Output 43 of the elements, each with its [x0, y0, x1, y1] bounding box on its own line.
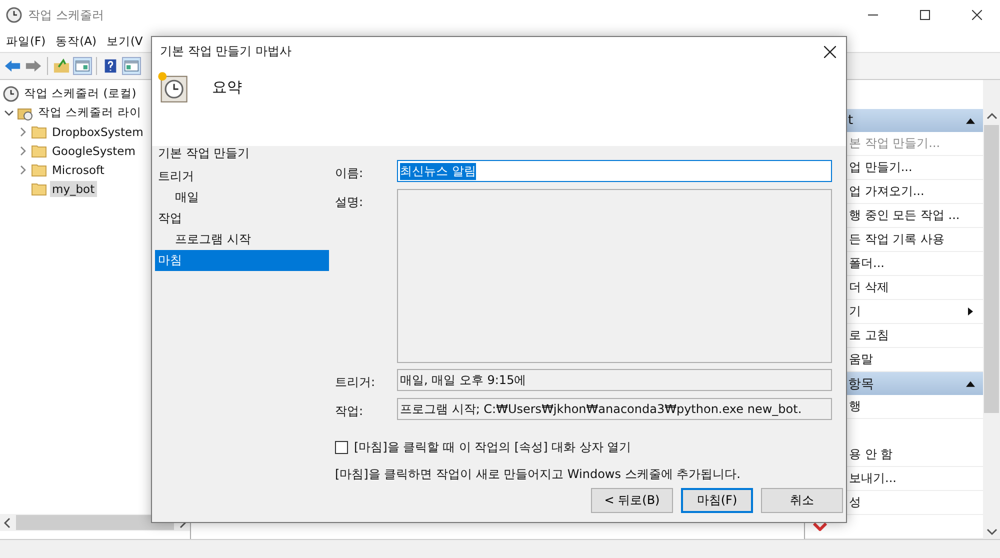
window-title: 작업 스케줄러: [28, 6, 104, 24]
tree-item[interactable]: 작업 스케줄러 (로컬): [22, 85, 138, 102]
name-field[interactable]: 최신뉴스 알림: [397, 160, 832, 182]
action-item[interactable]: 업 가져오기...: [849, 183, 924, 200]
action-item[interactable]: 업 만들기...: [849, 159, 912, 176]
menu-item[interactable]: 동작(A): [56, 34, 96, 48]
cancel-button[interactable]: 취소: [761, 488, 843, 512]
field-label: 이름:: [335, 165, 364, 182]
action-item[interactable]: 행: [849, 398, 861, 415]
action-item[interactable]: 용 안 함: [849, 446, 893, 463]
action-item[interactable]: 든 작업 기록 사용: [849, 231, 944, 248]
tree-item[interactable]: DropboxSystem: [50, 124, 146, 140]
action-item[interactable]: 보내기...: [849, 470, 896, 487]
tree-item[interactable]: my_bot: [50, 180, 97, 196]
field-label: 작업:: [335, 403, 364, 420]
action-item[interactable]: 폴더...: [849, 255, 884, 272]
dialog-title: 기본 작업 만들기 마법사: [160, 43, 292, 60]
tree-item[interactable]: 작업 스케줄러 라이: [36, 104, 144, 121]
field-label: 트리거:: [335, 374, 376, 391]
back-button[interactable]: < 뒤로(B): [591, 488, 673, 512]
menu-item[interactable]: 보기(V: [106, 34, 143, 48]
checkbox-label[interactable]: [마침]을 클릭할 때 이 작업의 [속성] 대화 상자 열기: [354, 439, 632, 456]
tree-item[interactable]: Microsoft: [50, 162, 106, 178]
wizard-step[interactable]: 작업: [155, 208, 329, 229]
readonly-field: 매일, 매일 오후 9:15에: [397, 369, 832, 391]
finish-button[interactable]: 마침(F): [681, 488, 753, 512]
action-item[interactable]: 더 삭제: [849, 279, 889, 296]
field-label: 설명:: [335, 194, 364, 211]
wizard-step[interactable]: 매일: [155, 187, 329, 208]
info-text: [마침]을 클릭하면 작업이 새로 만들어지고 Windows 스케줄에 추가됩니다.: [335, 466, 742, 483]
action-item[interactable]: 행 중인 모든 작업 ...: [849, 207, 960, 224]
action-item[interactable]: 로 고침: [849, 327, 889, 344]
wizard-step[interactable]: 마침: [155, 250, 329, 271]
tree-item[interactable]: GoogleSystem: [50, 142, 138, 158]
menu-item[interactable]: 파일(F): [6, 34, 46, 48]
readonly-field: 프로그램 시작; C:₩Users₩jkhon₩anaconda3₩python.exe new_bot.: [397, 398, 832, 420]
action-item[interactable]: 기: [849, 303, 861, 320]
page-heading: 요약: [212, 78, 242, 97]
wizard-title: 기본 작업 만들기: [157, 146, 251, 162]
action-item[interactable]: 성: [849, 494, 861, 511]
wizard-step[interactable]: 트리거: [155, 166, 329, 187]
wizard-step[interactable]: 프로그램 시작: [155, 229, 329, 250]
action-item[interactable]: 움말: [849, 351, 873, 368]
